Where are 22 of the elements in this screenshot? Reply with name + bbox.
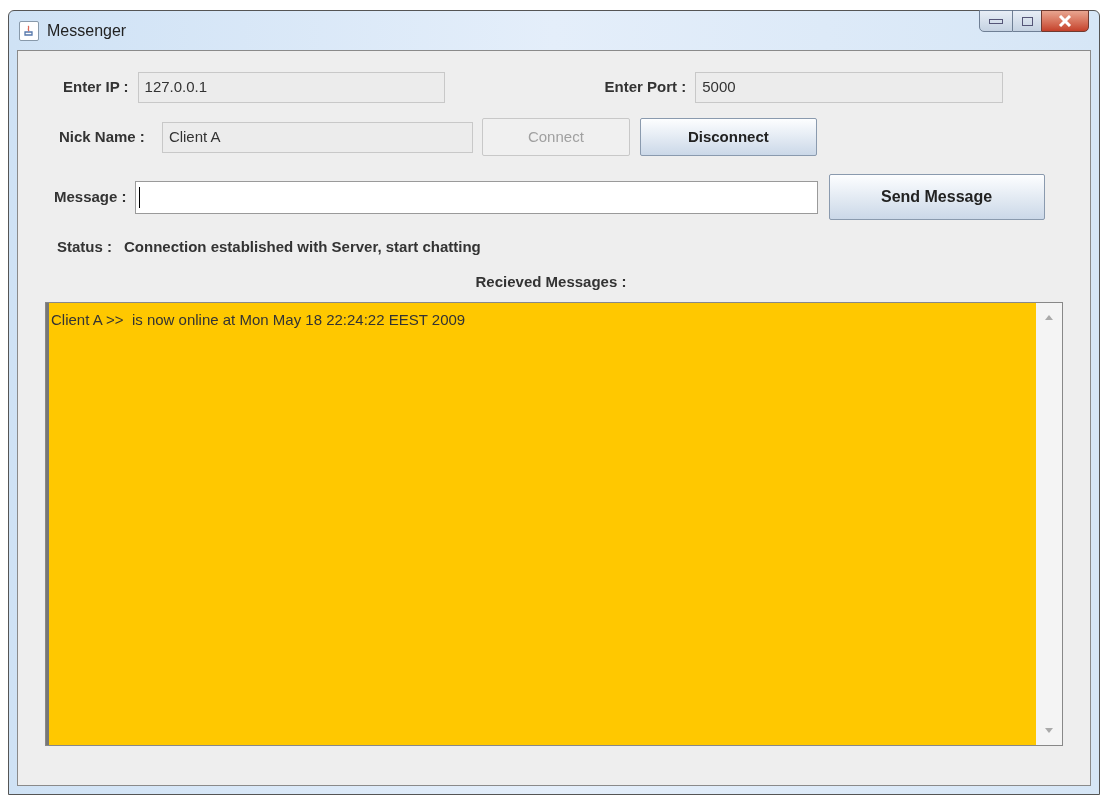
up-arrow-icon — [1045, 315, 1053, 320]
text-field[interactable]: Client A — [161, 121, 473, 153]
status-text: Connection established with Server, start chatting — [124, 237, 481, 257]
minimize-button[interactable] — [979, 10, 1013, 32]
message-line: Client A >> is now online at Mon May 18 22:24:22 EEST 2009 — [51, 310, 467, 330]
field-label: Recieved Messages : — [475, 271, 627, 292]
window-title: Messenger — [47, 20, 127, 41]
close-icon — [1058, 15, 1072, 27]
text-field[interactable]: 127.0.0.1 — [137, 72, 445, 103]
down-arrow-icon — [1045, 728, 1053, 733]
field-label: Status : — [57, 237, 112, 257]
field-label: Message : — [54, 186, 127, 207]
field-label: Nick Name : — [59, 126, 145, 147]
field-label: Enter IP : — [63, 77, 129, 98]
action-button[interactable]: Disconnect — [639, 118, 817, 156]
message-input[interactable] — [134, 180, 818, 214]
scrollbar[interactable] — [1036, 303, 1062, 745]
field-label: Enter Port : — [604, 77, 687, 98]
maximize-button[interactable] — [1013, 10, 1041, 32]
text-field[interactable]: 5000 — [695, 72, 1004, 103]
close-button[interactable] — [1041, 10, 1089, 32]
send-message-button[interactable]: Send Message — [828, 174, 1045, 220]
